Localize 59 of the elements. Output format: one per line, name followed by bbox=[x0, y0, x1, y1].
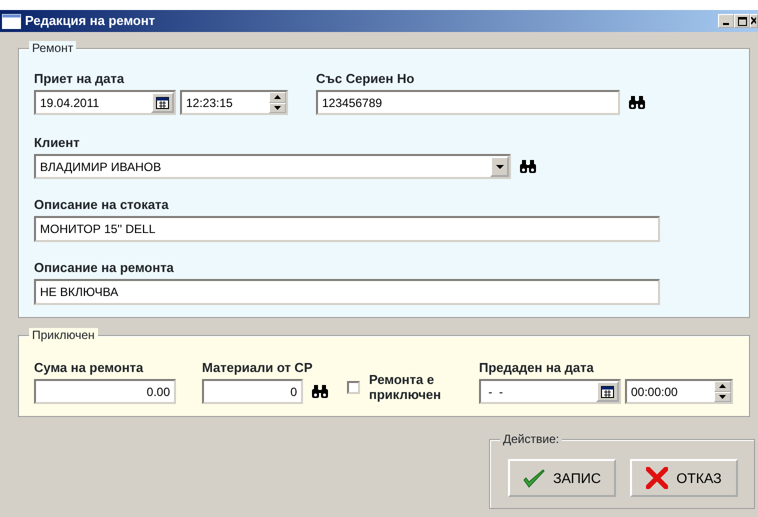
binoculars-icon bbox=[519, 159, 537, 174]
field-label: Предаден на дата bbox=[479, 360, 595, 375]
down-arrow-icon bbox=[274, 106, 281, 110]
spin-down-button[interactable] bbox=[269, 102, 286, 113]
field-label: Описание на ремонта bbox=[34, 260, 175, 275]
text-field[interactable]: МОНИТОР 15'' DELL bbox=[34, 216, 660, 242]
text-field[interactable]: НЕ ВКЛЮЧВА bbox=[34, 279, 660, 305]
calendar-button[interactable] bbox=[596, 381, 619, 402]
save-button[interactable]: ЗАПИС bbox=[508, 459, 616, 497]
date-picker[interactable]: - - bbox=[479, 379, 621, 404]
spin-down-button[interactable] bbox=[714, 392, 731, 402]
field-label: Клиент bbox=[34, 135, 81, 150]
close-button[interactable] bbox=[750, 14, 758, 28]
search-button[interactable] bbox=[311, 384, 329, 399]
cross-icon bbox=[646, 467, 668, 489]
window-icon bbox=[2, 14, 21, 28]
close-icon bbox=[751, 17, 756, 25]
minimize-icon bbox=[723, 23, 729, 25]
field-label: Материали от СР bbox=[202, 360, 314, 375]
maximize-button[interactable] bbox=[734, 14, 750, 28]
spin-up-button[interactable] bbox=[269, 92, 286, 102]
date-field[interactable]: - - bbox=[481, 381, 596, 402]
up-arrow-icon bbox=[719, 384, 726, 388]
client-combobox[interactable]: ВЛАДИМИР ИВАНОВ bbox=[34, 154, 511, 179]
time-field[interactable]: 12:23:15 bbox=[182, 92, 269, 113]
client-field[interactable]: ВЛАДИМИР ИВАНОВ bbox=[36, 156, 490, 177]
maximize-icon bbox=[738, 16, 746, 26]
down-arrow-icon bbox=[719, 394, 726, 399]
cancel-button[interactable]: ОТКАЗ bbox=[630, 459, 738, 497]
checkbox[interactable] bbox=[347, 380, 360, 394]
materials-field[interactable]: 0 bbox=[202, 379, 303, 404]
caret-icon bbox=[496, 164, 504, 168]
checkbox-label: Ремонта е приключен bbox=[369, 372, 442, 402]
field-label: Приет на дата bbox=[34, 71, 126, 86]
serial-field[interactable]: 123456789 bbox=[316, 90, 620, 115]
field-label: Описание на стоката bbox=[34, 197, 170, 212]
calendar-button[interactable] bbox=[151, 92, 174, 113]
binoculars-icon bbox=[311, 384, 329, 399]
time-picker[interactable]: 12:23:15 bbox=[180, 90, 288, 115]
date-field[interactable]: 19.04.2011 bbox=[36, 92, 151, 113]
date-picker[interactable]: 19.04.2011 bbox=[34, 90, 176, 115]
group-legend: Действие: bbox=[500, 432, 562, 447]
amount-field[interactable]: 0.00 bbox=[34, 379, 176, 404]
search-button[interactable] bbox=[628, 95, 646, 110]
search-button[interactable] bbox=[519, 159, 537, 174]
dropdown-button[interactable] bbox=[490, 156, 509, 177]
field-label: Със Сериен Но bbox=[316, 71, 416, 86]
field-label: Сума на ремонта bbox=[34, 360, 144, 375]
minimize-button[interactable] bbox=[718, 14, 734, 28]
calendar-icon bbox=[156, 96, 169, 108]
time-picker[interactable]: 00:00:00 bbox=[625, 379, 733, 404]
binoculars-icon bbox=[628, 95, 646, 110]
window-title: Редакция на ремонт bbox=[25, 12, 156, 30]
time-field[interactable]: 00:00:00 bbox=[627, 381, 714, 402]
group-legend: Приключен bbox=[29, 328, 98, 343]
up-arrow-icon bbox=[274, 95, 281, 100]
calendar-icon bbox=[601, 386, 614, 398]
checkmark-icon bbox=[523, 468, 546, 488]
spin-up-button[interactable] bbox=[714, 381, 731, 392]
